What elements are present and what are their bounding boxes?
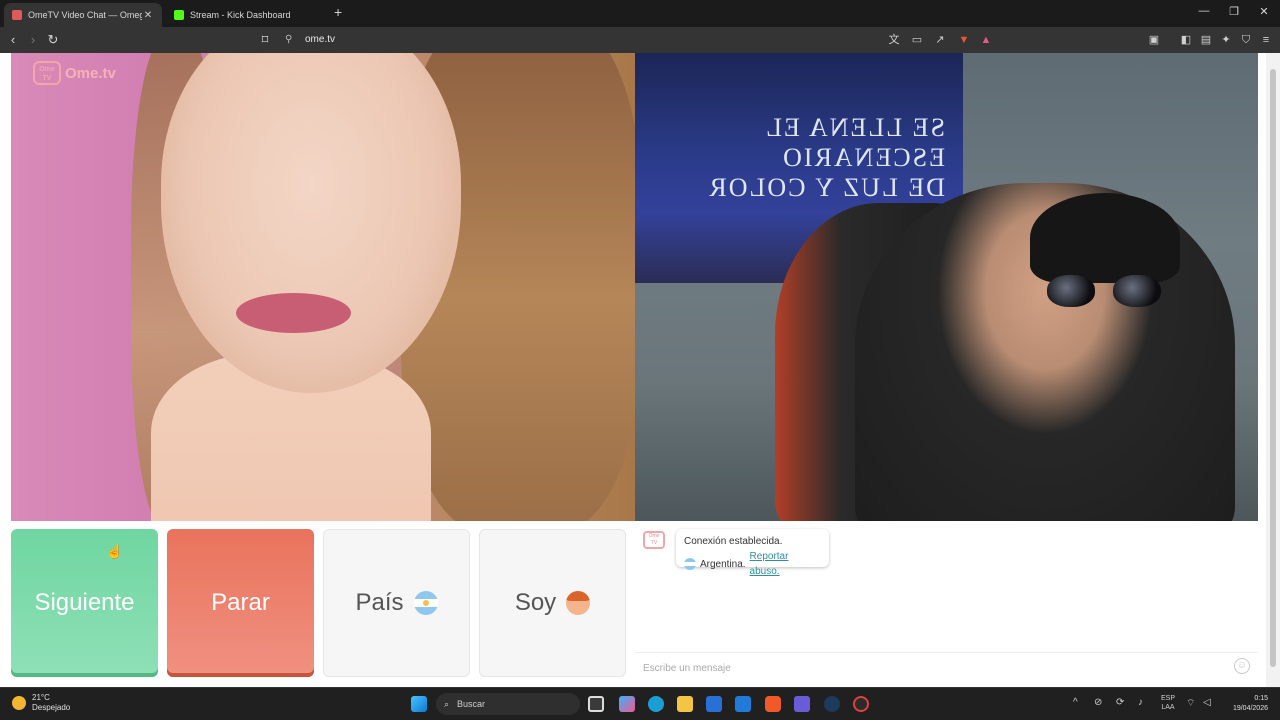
maximize-button[interactable]: ❐ xyxy=(1224,5,1244,18)
windows-taskbar: 21°C Despejado ⌕ Buscar ^ ⊘ ⟳ ♪ ESP LAA … xyxy=(0,687,1280,720)
brave-rewards-icon[interactable]: ▲ xyxy=(978,32,994,48)
sidebar-icon[interactable]: ◧ xyxy=(1178,32,1194,48)
cast-icon[interactable]: ▭ xyxy=(909,32,925,48)
message-input[interactable]: Escribe un mensaje xyxy=(635,652,1258,682)
windows-start-icon[interactable] xyxy=(411,696,427,712)
tab-label: Stream - Kick Dashboard xyxy=(190,10,291,20)
hand-cursor-icon: ☝ xyxy=(106,543,124,559)
ometv-page: Ome TV Ome.tv SE LLENA EL ESCENARIO DE LU… xyxy=(0,53,1280,687)
country-button[interactable]: País xyxy=(323,529,470,677)
forward-arrow-icon[interactable]: › xyxy=(24,31,42,49)
leo-ai-icon[interactable]: ✦ xyxy=(1218,32,1234,48)
minimize-button[interactable]: — xyxy=(1194,5,1214,17)
wallet-icon[interactable]: ▤ xyxy=(1198,32,1214,48)
show-hidden-icons-icon[interactable]: ^ xyxy=(1073,697,1078,708)
argentina-flag-icon xyxy=(684,558,696,570)
teams-icon[interactable] xyxy=(794,696,810,712)
search-icon: ⌕ xyxy=(444,698,450,709)
edge-icon[interactable] xyxy=(648,696,664,712)
brave-icon[interactable] xyxy=(765,696,781,712)
language-top: ESP xyxy=(1160,695,1175,702)
ometv-logo-text: Ome.tv xyxy=(65,64,116,82)
clock-time: 0:15 xyxy=(1254,695,1268,702)
site-info-icon[interactable]: ⚲ xyxy=(285,31,292,49)
stop-button[interactable]: Parar xyxy=(167,529,314,677)
sync-icon[interactable]: ⟳ xyxy=(1116,697,1124,708)
boy-emoji-icon xyxy=(566,591,591,615)
close-tab-icon[interactable]: ✕ xyxy=(142,10,154,21)
wifi-icon[interactable]: ⌔ xyxy=(1186,697,1195,710)
argentina-flag-icon xyxy=(413,591,438,615)
language-bottom: LAA xyxy=(1161,704,1175,711)
page-scrollbar[interactable] xyxy=(1266,53,1280,687)
report-abuse-link[interactable]: Reportar abuso. xyxy=(750,549,821,579)
volume-icon[interactable]: ◁ xyxy=(1203,697,1211,708)
store-icon[interactable] xyxy=(706,696,722,712)
weather-temp: 21°C xyxy=(32,693,50,702)
next-label: Siguiente xyxy=(34,589,135,616)
url-text: ome.tv xyxy=(305,34,336,45)
steam-icon[interactable] xyxy=(824,696,840,712)
vpn-icon[interactable]: ⛉ xyxy=(1238,32,1254,48)
tab-search-icon[interactable]: ▣ xyxy=(1146,32,1162,48)
chat-panel: Ome TV Conexión establecida. Argentina. … xyxy=(635,521,1258,687)
self-video: SE LLENA EL ESCENARIO DE LUZ Y COLOR xyxy=(635,53,1258,521)
task-view-icon[interactable] xyxy=(588,696,604,712)
next-button[interactable]: Siguiente xyxy=(11,529,158,677)
kick-favicon-icon xyxy=(174,10,184,20)
moon-weather-icon xyxy=(12,696,26,710)
emoji-icon[interactable]: ☺ xyxy=(1234,658,1250,674)
search-label: Buscar xyxy=(457,699,486,709)
tab-kick-dashboard[interactable]: Stream - Kick Dashboard xyxy=(166,3,324,27)
translate-icon[interactable]: 文 xyxy=(886,32,902,48)
browser-tab-bar: OmeTV Video Chat — Omeg ✕ Stream - Kick … xyxy=(0,0,1280,27)
connection-status: Conexión establecida. xyxy=(684,536,783,547)
file-explorer-icon[interactable] xyxy=(677,696,693,712)
weather-desc: Despejado xyxy=(32,703,71,712)
stranger-video: Ome TV Ome.tv xyxy=(11,53,635,521)
brave-shields-icon[interactable]: ▼ xyxy=(956,32,972,48)
copilot-icon[interactable] xyxy=(619,696,635,712)
ometv-logo-badge-icon: Ome TV xyxy=(33,61,61,85)
address-bar: ‹ › ↻ ⌑ ⚲ ome.tv 文 ▭ ↗ ▼ ▲ ▣ ◧ ▤ ✦ ⛉ ≡ xyxy=(0,27,1280,53)
gender-label: Soy xyxy=(514,589,557,616)
clock-date: 19/04/2026 xyxy=(1232,705,1268,712)
new-tab-button[interactable]: + xyxy=(334,4,342,20)
partner-country: Argentina. xyxy=(699,558,746,570)
microphone-icon[interactable]: ♪ xyxy=(1138,697,1143,708)
bookmark-icon[interactable]: ⌑ xyxy=(256,31,274,49)
share-icon[interactable]: ↗ xyxy=(932,32,948,48)
back-arrow-icon[interactable]: ‹ xyxy=(4,31,22,49)
network-off-icon[interactable]: ⊘ xyxy=(1094,697,1102,708)
ometv-favicon-icon xyxy=(12,10,22,20)
weather-widget[interactable]: 21°C Despejado xyxy=(12,693,70,713)
taskbar-search[interactable]: ⌕ Buscar xyxy=(436,693,580,715)
obs-icon[interactable] xyxy=(853,696,869,712)
menu-icon[interactable]: ≡ xyxy=(1258,32,1274,48)
clock[interactable]: 0:15 19/04/2026 xyxy=(1222,694,1268,714)
gender-button[interactable]: Soy xyxy=(479,529,626,677)
stop-label: Parar xyxy=(211,589,270,616)
tab-ometv[interactable]: OmeTV Video Chat — Omeg ✕ xyxy=(4,3,162,27)
system-message: Conexión establecida. Argentina. Reporta… xyxy=(676,529,829,577)
country-label: País xyxy=(355,589,404,616)
close-window-button[interactable]: ✕ xyxy=(1254,5,1274,18)
reload-icon[interactable]: ↻ xyxy=(44,31,62,49)
tab-label: OmeTV Video Chat — Omeg xyxy=(28,10,142,20)
ometv-system-avatar: Ome TV xyxy=(643,531,665,549)
outlook-icon[interactable] xyxy=(735,696,751,712)
language-indicator[interactable]: ESP LAA xyxy=(1160,694,1176,712)
ometv-logo[interactable]: Ome TV Ome.tv xyxy=(33,61,116,85)
